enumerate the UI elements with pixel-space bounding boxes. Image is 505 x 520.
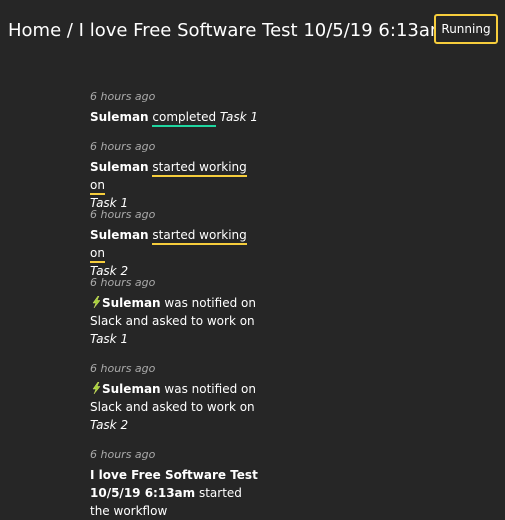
feed-task: Task 1: [219, 110, 258, 124]
feed-actor: Suleman: [90, 160, 149, 174]
feed-actor: Suleman: [102, 296, 161, 310]
feed-message: I love Free Software Test 10/5/19 6:13am…: [90, 466, 260, 520]
lightning-icon: [92, 296, 101, 308]
feed-action: completed: [152, 110, 217, 127]
feed-timestamp: 6 hours ago: [90, 448, 156, 461]
feed-actor: Suleman: [90, 110, 149, 124]
feed-item: 6 hours ago Suleman started working on T…: [90, 140, 260, 212]
header: Home / I love Free Software Test 10/5/19…: [8, 14, 498, 48]
feed-message: Suleman started working on Task 1: [90, 158, 260, 212]
feed-task: Task 2: [90, 418, 129, 432]
feed-task: Task 1: [90, 332, 129, 346]
feed-item: 6 hours ago Suleman was notified on Slac…: [90, 362, 260, 434]
feed-timestamp: 6 hours ago: [90, 362, 156, 375]
breadcrumb-home-link[interactable]: Home: [8, 20, 61, 41]
page-title: I love Free Software Test 10/5/19 6:13am: [78, 20, 448, 41]
feed-item: 6 hours ago Suleman started working on T…: [90, 208, 260, 280]
feed-item: 6 hours ago Suleman was notified on Slac…: [90, 276, 260, 348]
feed-timestamp: 6 hours ago: [90, 208, 156, 221]
lightning-icon: [92, 382, 101, 394]
feed-item: 6 hours ago Suleman completed Task 1: [90, 90, 260, 127]
feed-message: Suleman was notified on Slack and asked …: [90, 380, 260, 434]
feed-message: Suleman started working on Task 2: [90, 226, 260, 280]
breadcrumb: Home / I love Free Software Test 10/5/19…: [8, 18, 447, 44]
feed-actor: Suleman: [102, 382, 161, 396]
feed-actor: Suleman: [90, 228, 149, 242]
feed-message: Suleman was notified on Slack and asked …: [90, 294, 260, 348]
breadcrumb-separator: /: [61, 20, 79, 41]
status-badge[interactable]: Running: [434, 14, 498, 44]
feed-timestamp: 6 hours ago: [90, 276, 156, 289]
feed-item: 6 hours ago I love Free Software Test 10…: [90, 448, 260, 520]
feed-timestamp: 6 hours ago: [90, 140, 156, 153]
feed-message: Suleman completed Task 1: [90, 108, 260, 127]
workflow-activity-page: Home / I love Free Software Test 10/5/19…: [0, 0, 505, 520]
feed-timestamp: 6 hours ago: [90, 90, 156, 103]
